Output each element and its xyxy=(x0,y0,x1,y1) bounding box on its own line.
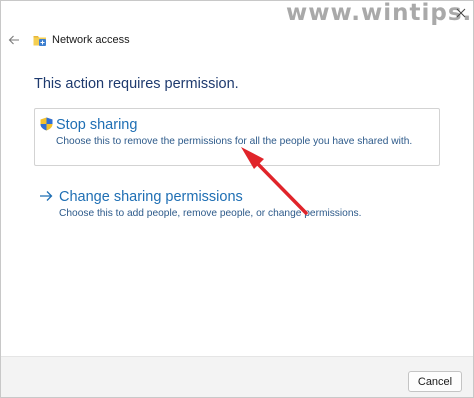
dialog-footer: Cancel xyxy=(1,356,473,397)
change-sharing-description: Choose this to add people, remove people… xyxy=(59,208,362,219)
title-bar: Network access www.wintips.org xyxy=(1,1,473,75)
back-button[interactable] xyxy=(5,31,23,49)
close-icon xyxy=(456,8,466,18)
change-sharing-title: Change sharing permissions xyxy=(59,189,243,205)
arrow-right-icon xyxy=(40,191,53,201)
uac-shield-icon xyxy=(40,117,53,131)
network-folder-icon xyxy=(33,36,46,46)
cancel-button[interactable]: Cancel xyxy=(408,371,462,392)
window-title: Network access xyxy=(52,34,130,46)
stop-sharing-option[interactable]: Stop sharing Choose this to remove the p… xyxy=(34,108,440,166)
watermark: www.wintips.org xyxy=(286,0,473,26)
stop-sharing-title: Stop sharing xyxy=(56,117,138,133)
dialog-window: Network access www.wintips.org This acti… xyxy=(0,0,474,398)
change-sharing-permissions-option[interactable]: Change sharing permissions Choose this t… xyxy=(34,185,440,227)
close-button[interactable] xyxy=(449,1,473,25)
stop-sharing-description: Choose this to remove the permissions fo… xyxy=(56,136,413,147)
page-heading: This action requires permission. xyxy=(34,76,239,92)
back-arrow-icon xyxy=(8,35,19,45)
